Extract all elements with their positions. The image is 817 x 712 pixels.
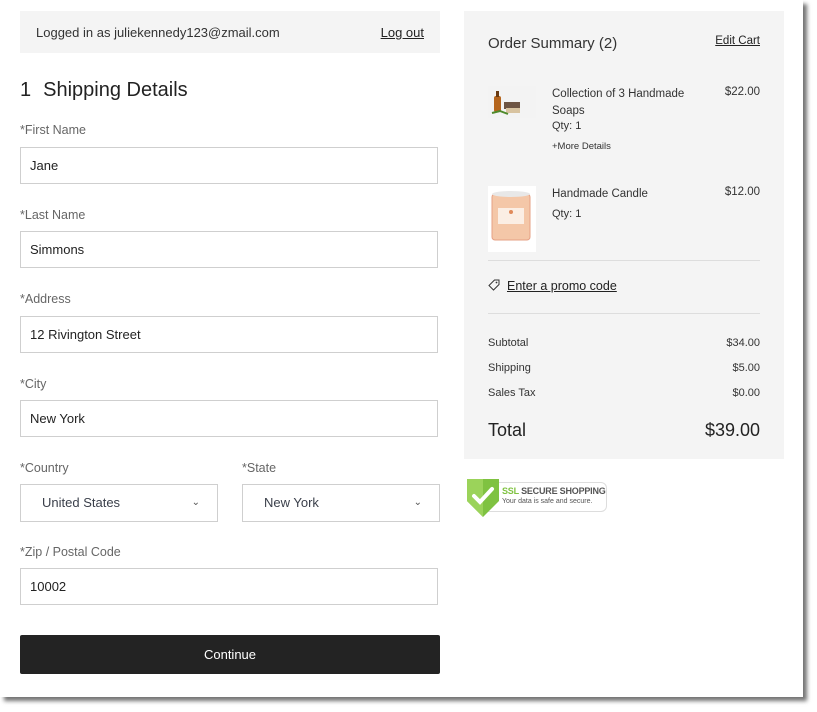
state-label: *State — [242, 461, 277, 475]
last-name-input[interactable]: Simmons — [20, 231, 438, 268]
promo-code-label: Enter a promo code — [507, 279, 617, 293]
cart-item: Handmade Candle $12.00 Qty: 1 — [488, 186, 760, 256]
ssl-title: SSL SECURE SHOPPING — [502, 486, 606, 496]
step-number: 1 — [20, 79, 32, 101]
divider — [488, 260, 760, 261]
first-name-label: *First Name — [20, 123, 86, 137]
divider — [488, 313, 760, 314]
state-select[interactable]: New York ⌄ — [242, 484, 440, 522]
candle-product-image — [488, 186, 536, 252]
shield-check-icon — [467, 479, 499, 517]
last-name-label: *Last Name — [20, 208, 86, 222]
cart-item: Collection of 3 Handmade Soaps $22.00 Qt… — [488, 86, 760, 166]
city-label: *City — [20, 377, 47, 391]
item-name: Handmade Candle — [552, 188, 648, 200]
city-input[interactable]: New York — [20, 400, 438, 437]
item-name: Collection of 3 Handmade Soaps — [552, 88, 685, 117]
chevron-down-icon: ⌄ — [191, 497, 200, 508]
continue-button[interactable]: Continue — [20, 635, 440, 674]
country-value: United States — [42, 495, 121, 510]
login-bar: Logged in as juliekennedy123@zmail.com L… — [20, 11, 440, 53]
more-details-link[interactable]: +More Details — [552, 141, 611, 152]
tag-icon — [488, 279, 500, 291]
item-qty: Qty: 1 — [552, 208, 582, 220]
sales-tax-value: $0.00 — [732, 387, 760, 399]
section-title: 1 Shipping Details — [20, 79, 188, 102]
checkout-page: Logged in as juliekennedy123@zmail.com L… — [0, 0, 803, 697]
order-summary-title: Order Summary (2) — [488, 35, 618, 52]
shipping-value: $5.00 — [732, 362, 760, 374]
zip-label: *Zip / Postal Code — [20, 545, 121, 559]
edit-cart-link[interactable]: Edit Cart — [715, 35, 760, 47]
section-title-text: Shipping Details — [43, 79, 188, 101]
ssl-subtitle: Your data is safe and secure. — [502, 498, 593, 505]
total-row: Total $39.00 — [488, 420, 760, 441]
state-value: New York — [264, 495, 319, 510]
chevron-down-icon: ⌄ — [413, 497, 422, 508]
subtotal-value: $34.00 — [726, 337, 760, 349]
item-price: $12.00 — [724, 186, 760, 198]
address-input[interactable]: 12 Rivington Street — [20, 316, 438, 353]
address-label: *Address — [20, 292, 71, 306]
country-select[interactable]: United States ⌄ — [20, 484, 218, 522]
subtotal-row: Subtotal $34.00 — [488, 337, 760, 349]
shipping-label: Shipping — [488, 362, 531, 374]
subtotal-label: Subtotal — [488, 337, 529, 349]
item-price: $22.00 — [724, 86, 760, 98]
logout-link[interactable]: Log out — [381, 25, 424, 40]
soap-product-image — [488, 86, 536, 118]
total-value: $39.00 — [704, 420, 760, 440]
logged-in-text: Logged in as juliekennedy123@zmail.com — [36, 25, 280, 40]
ssl-secure-badge: SSL SECURE SHOPPING Your data is safe an… — [465, 477, 607, 519]
promo-code-link[interactable]: Enter a promo code — [488, 279, 617, 293]
country-label: *Country — [20, 461, 69, 475]
item-qty: Qty: 1 — [552, 120, 582, 132]
sales-tax-row: Sales Tax $0.00 — [488, 387, 760, 399]
first-name-input[interactable]: Jane — [20, 147, 438, 184]
order-summary: Order Summary (2) Edit Cart Collection o… — [464, 11, 784, 459]
zip-input[interactable]: 10002 — [20, 568, 438, 605]
sales-tax-label: Sales Tax — [488, 387, 536, 399]
shipping-row: Shipping $5.00 — [488, 362, 760, 374]
total-label: Total — [488, 420, 527, 440]
